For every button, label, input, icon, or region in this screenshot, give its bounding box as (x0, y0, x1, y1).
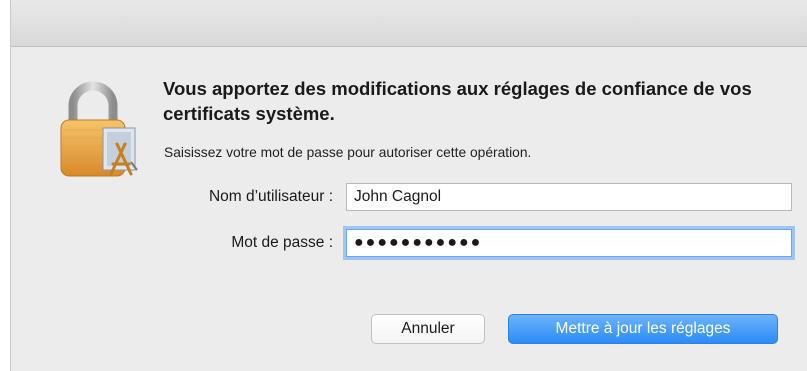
username-field[interactable] (346, 183, 792, 211)
update-settings-button[interactable]: Mettre à jour les réglages (508, 314, 778, 344)
password-field[interactable]: ●●●●●●●●●●● (346, 229, 792, 257)
dialog-subtext: Saisissez votre mot de passe pour autori… (164, 145, 532, 160)
cancel-button[interactable]: Annuler (371, 314, 485, 344)
username-label: Nom d’utilisateur : (208, 188, 333, 205)
auth-dialog: Vous apportez des modifications aux régl… (10, 0, 807, 371)
lock-icon (60, 81, 138, 177)
title-bar (11, 0, 807, 47)
password-label: Mot de passe : (231, 234, 333, 251)
dialog-heading: Vous apportez des modifications aux régl… (163, 78, 752, 124)
